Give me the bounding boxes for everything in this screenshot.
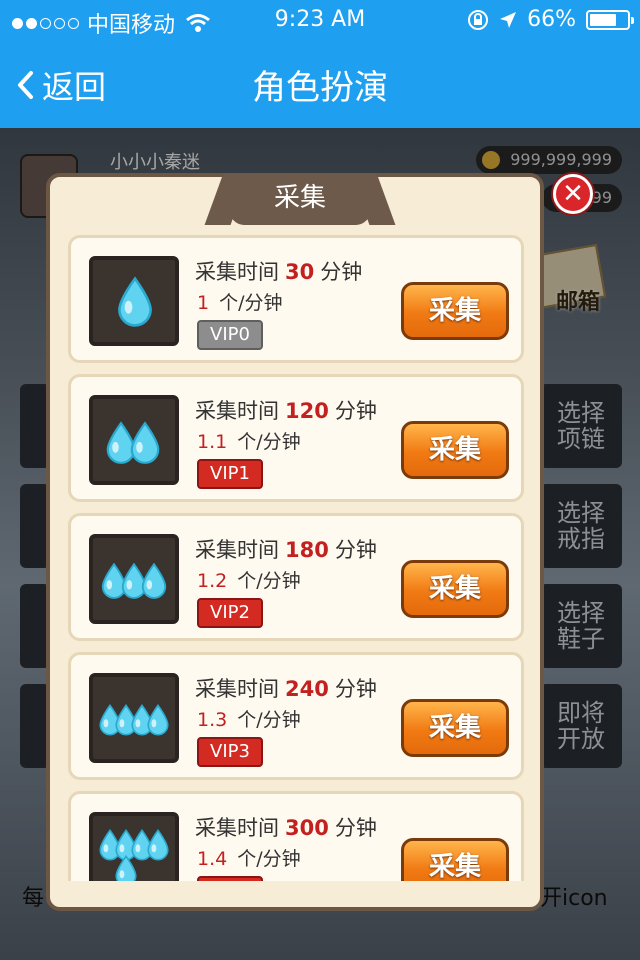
- close-icon: ✕: [562, 179, 584, 209]
- status-right: 66%: [467, 7, 634, 32]
- collect-rate-value: 1: [197, 292, 210, 314]
- water-drop-slot: [89, 673, 179, 763]
- collect-time-value: 30: [285, 260, 315, 284]
- collect-time-label: 采集时间: [195, 677, 279, 701]
- vip-badge: [197, 876, 263, 881]
- collect-button[interactable]: 采集: [401, 699, 509, 757]
- battery-percent: 66%: [527, 7, 576, 32]
- collect-rate-unit: 个/分钟: [219, 292, 283, 314]
- collect-option: 采集时间 300 分钟 1.4 个/分钟 采集: [68, 791, 524, 881]
- collect-time-unit: 分钟: [334, 538, 377, 562]
- collect-time: 采集时间 180 分钟: [195, 534, 377, 564]
- collect-rate-unit: 个/分钟: [237, 709, 301, 731]
- collect-time-unit: 分钟: [334, 677, 377, 701]
- nav-bar: 返回 角色扮演: [0, 40, 640, 128]
- collect-time: 采集时间 300 分钟: [195, 812, 377, 842]
- collect-rate-value: 1.2: [197, 570, 228, 592]
- collect-rate-value: 1.4: [197, 848, 228, 870]
- close-button[interactable]: ✕: [553, 174, 593, 214]
- collect-option: 采集时间 30 分钟 1 个/分钟 VIP0 采集: [68, 235, 524, 363]
- collect-button[interactable]: 采集: [401, 282, 509, 340]
- water-drop-slot: [89, 812, 179, 881]
- collect-button[interactable]: 采集: [401, 560, 509, 618]
- collect-time-label: 采集时间: [195, 538, 279, 562]
- vip-badge: VIP1: [197, 459, 263, 489]
- vip-badge: VIP3: [197, 737, 263, 767]
- collect-button[interactable]: 采集: [401, 838, 509, 881]
- collect-time: 采集时间 240 分钟: [195, 673, 377, 703]
- water-drop-icon: [118, 276, 152, 327]
- collect-rate: 1.3 个/分钟: [197, 705, 301, 732]
- collect-rate-unit: 个/分钟: [237, 848, 301, 870]
- water-drop-icon: [147, 704, 169, 736]
- collect-time: 采集时间 120 分钟: [195, 395, 377, 425]
- collect-rate: 1.2 个/分钟: [197, 566, 301, 593]
- collect-rate: 1 个/分钟: [197, 288, 283, 315]
- collect-time-value: 120: [285, 399, 329, 423]
- collect-time-value: 300: [285, 816, 329, 840]
- collect-time-label: 采集时间: [195, 399, 279, 423]
- collect-time-unit: 分钟: [334, 816, 377, 840]
- water-drop-icon: [147, 829, 169, 861]
- collect-rate: 1.4 个/分钟: [197, 844, 301, 871]
- collect-dialog: 采集 采集时间 30 分钟 1 个/分钟 VIP0 采集 采集时间 120 分钟 1.1 个…: [46, 173, 544, 911]
- collect-rate-value: 1.3: [197, 709, 228, 731]
- collect-time-unit: 分钟: [320, 260, 363, 284]
- collect-time-label: 采集时间: [195, 260, 279, 284]
- collect-time-unit: 分钟: [334, 399, 377, 423]
- water-drop-slot: [89, 256, 179, 346]
- water-drop-icon: [115, 855, 137, 881]
- battery-icon: [586, 9, 634, 30]
- collect-option: 采集时间 180 分钟 1.2 个/分钟 VIP2 采集: [68, 513, 524, 641]
- water-drop-slot: [89, 395, 179, 485]
- vip-badge: VIP0: [197, 320, 263, 350]
- collect-rate-unit: 个/分钟: [237, 570, 301, 592]
- dialog-title: 采集: [230, 173, 370, 225]
- collect-time-value: 240: [285, 677, 329, 701]
- vip-badge: VIP2: [197, 598, 263, 628]
- collect-list[interactable]: 采集时间 30 分钟 1 个/分钟 VIP0 采集 采集时间 120 分钟 1.1 个/分钟…: [62, 235, 528, 881]
- collect-option: 采集时间 120 分钟 1.1 个/分钟 VIP1 采集: [68, 374, 524, 502]
- rotation-lock-icon: [468, 9, 489, 30]
- collect-option: 采集时间 240 分钟 1.3 个/分钟 VIP3 采集: [68, 652, 524, 780]
- location-icon: [500, 11, 517, 28]
- collect-time-value: 180: [285, 538, 329, 562]
- page-title: 角色扮演: [252, 68, 388, 108]
- collect-button[interactable]: 采集: [401, 421, 509, 479]
- collect-rate: 1.1 个/分钟: [197, 427, 301, 454]
- water-drop-slot: [89, 534, 179, 624]
- collect-rate-unit: 个/分钟: [237, 431, 301, 453]
- collect-time-label: 采集时间: [195, 816, 279, 840]
- collect-time: 采集时间 30 分钟: [195, 256, 362, 286]
- status-bar: 中国移动 9:23 AM 66%: [0, 0, 640, 40]
- water-drop-icon: [130, 421, 160, 464]
- collect-rate-value: 1.1: [197, 431, 228, 453]
- water-drop-icon: [141, 562, 167, 599]
